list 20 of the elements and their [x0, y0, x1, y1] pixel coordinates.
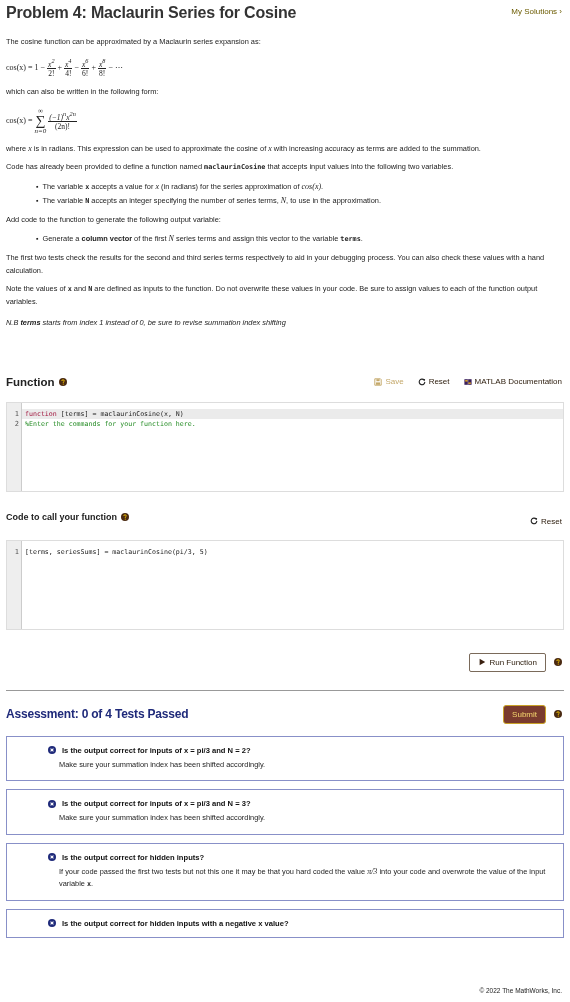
section-heading: Function	[6, 375, 55, 388]
help-icon[interactable]	[121, 512, 129, 521]
run-function-button[interactable]: Run Function	[469, 652, 546, 672]
reset-button[interactable]: Reset	[415, 377, 452, 386]
book-icon	[463, 377, 472, 386]
reset-button[interactable]: Reset	[528, 516, 564, 526]
refresh-icon	[530, 517, 539, 525]
help-icon[interactable]	[554, 710, 562, 718]
help-icon[interactable]	[58, 377, 67, 386]
refresh-icon	[417, 377, 426, 386]
my-solutions-link[interactable]: My Solutions ›	[511, 7, 562, 16]
assessment-heading: Assessment: 0 of 4 Tests Passed	[6, 707, 189, 721]
documentation-button[interactable]: MATLAB Documentation	[461, 377, 564, 386]
submit-button[interactable]: Submit	[503, 704, 546, 724]
section-heading: Code to call your function	[6, 511, 117, 522]
play-icon	[478, 658, 487, 666]
problem-title: Problem 4: Maclaurin Series for Cosine	[6, 4, 297, 22]
help-icon[interactable]	[554, 658, 562, 666]
summation-sign: ∑	[35, 114, 46, 127]
test-card[interactable]	[6, 842, 564, 901]
